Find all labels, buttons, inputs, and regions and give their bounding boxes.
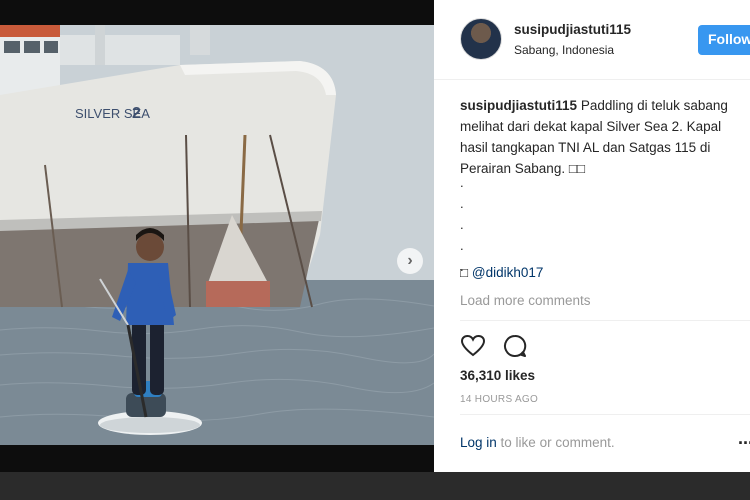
post-details-panel: susipudjiastuti115 Sabang, Indonesia Fol…: [434, 0, 750, 472]
login-prompt-text: to like or comment.: [496, 435, 615, 450]
next-photo-button[interactable]: ›: [397, 248, 423, 274]
caption-dot: .: [460, 217, 464, 232]
avatar[interactable]: [460, 18, 502, 60]
like-count[interactable]: 36,310 likes: [460, 368, 535, 383]
caption-dot: .: [460, 238, 464, 253]
location-link[interactable]: Sabang, Indonesia: [514, 43, 614, 57]
login-link[interactable]: Log in: [460, 435, 497, 450]
login-prompt: Log in to like or comment.: [460, 435, 615, 450]
chevron-right-icon: ›: [407, 252, 413, 269]
username-link[interactable]: susipudjiastuti115: [514, 22, 631, 37]
screenshot-frame: SILVER SEA 2 › susipudjiastuti115 Sabang…: [0, 0, 750, 500]
heart-icon[interactable]: [460, 333, 486, 359]
post-header: susipudjiastuti115 Sabang, Indonesia Fol…: [434, 0, 750, 80]
divider: [460, 320, 750, 321]
caption-dot: .: [460, 175, 464, 190]
action-bar: [460, 333, 528, 359]
post-timestamp[interactable]: 14 HOURS AGO: [460, 394, 538, 405]
ship-number-text: 2: [132, 105, 141, 122]
caption-mention: □ @didikh017: [460, 265, 543, 280]
load-more-comments-link[interactable]: Load more comments: [460, 293, 591, 308]
photo-illustration: SILVER SEA 2: [0, 25, 434, 445]
caption-dots: . . . . .: [460, 172, 464, 277]
post-caption: susipudjiastuti115 Paddling di teluk sab…: [460, 95, 740, 179]
mention-link[interactable]: @didikh017: [472, 265, 544, 280]
divider: [460, 414, 750, 415]
mention-glyph: □: [460, 265, 469, 280]
post-photo[interactable]: SILVER SEA 2 ›: [0, 25, 434, 445]
comment-icon[interactable]: [502, 333, 528, 359]
more-options-icon[interactable]: ...: [738, 428, 750, 449]
follow-button[interactable]: Follow: [698, 25, 750, 55]
bottom-strip: [0, 472, 750, 500]
caption-username[interactable]: susipudjiastuti115: [460, 98, 577, 113]
caption-dot: .: [460, 196, 464, 211]
